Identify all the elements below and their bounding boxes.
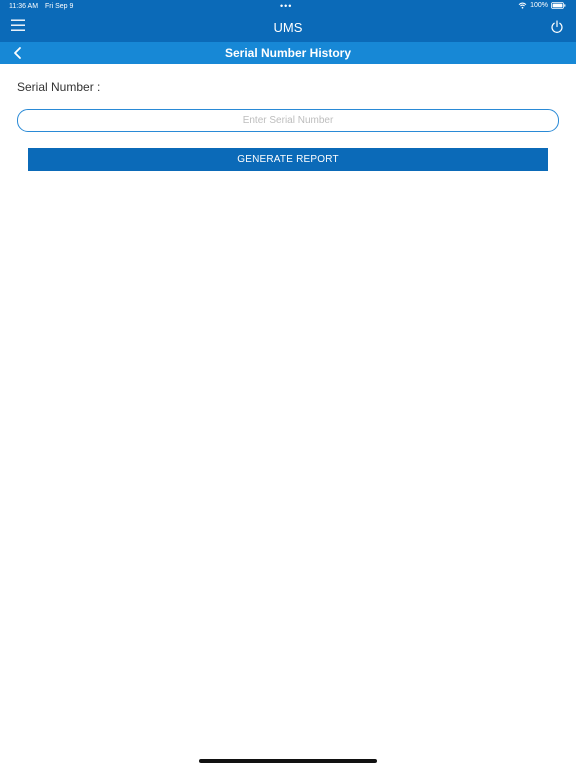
status-bar: 11:36 AM Fri Sep 9 ••• 100% xyxy=(0,0,576,14)
status-date: Fri Sep 9 xyxy=(45,3,74,10)
power-icon[interactable] xyxy=(550,20,564,34)
serial-number-history-screen: 11:36 AM Fri Sep 9 ••• 100% UMS Serial N… xyxy=(0,0,576,768)
app-title: UMS xyxy=(273,20,303,35)
battery-percent: 100% xyxy=(530,2,548,9)
app-header: 11:36 AM Fri Sep 9 ••• 100% UMS xyxy=(0,0,576,42)
status-time: 11:36 AM xyxy=(9,3,39,10)
serial-number-label: Serial Number : xyxy=(17,80,101,94)
home-indicator[interactable] xyxy=(199,759,377,763)
generate-report-button[interactable]: GENERATE REPORT xyxy=(28,148,548,171)
page-header: Serial Number History xyxy=(0,42,576,64)
battery-icon xyxy=(551,2,566,9)
wifi-icon xyxy=(518,2,527,9)
serial-number-input[interactable] xyxy=(17,109,559,132)
page-title: Serial Number History xyxy=(224,46,352,60)
status-indicators: 100% xyxy=(518,2,566,9)
multitasking-dots[interactable]: ••• xyxy=(280,1,292,11)
